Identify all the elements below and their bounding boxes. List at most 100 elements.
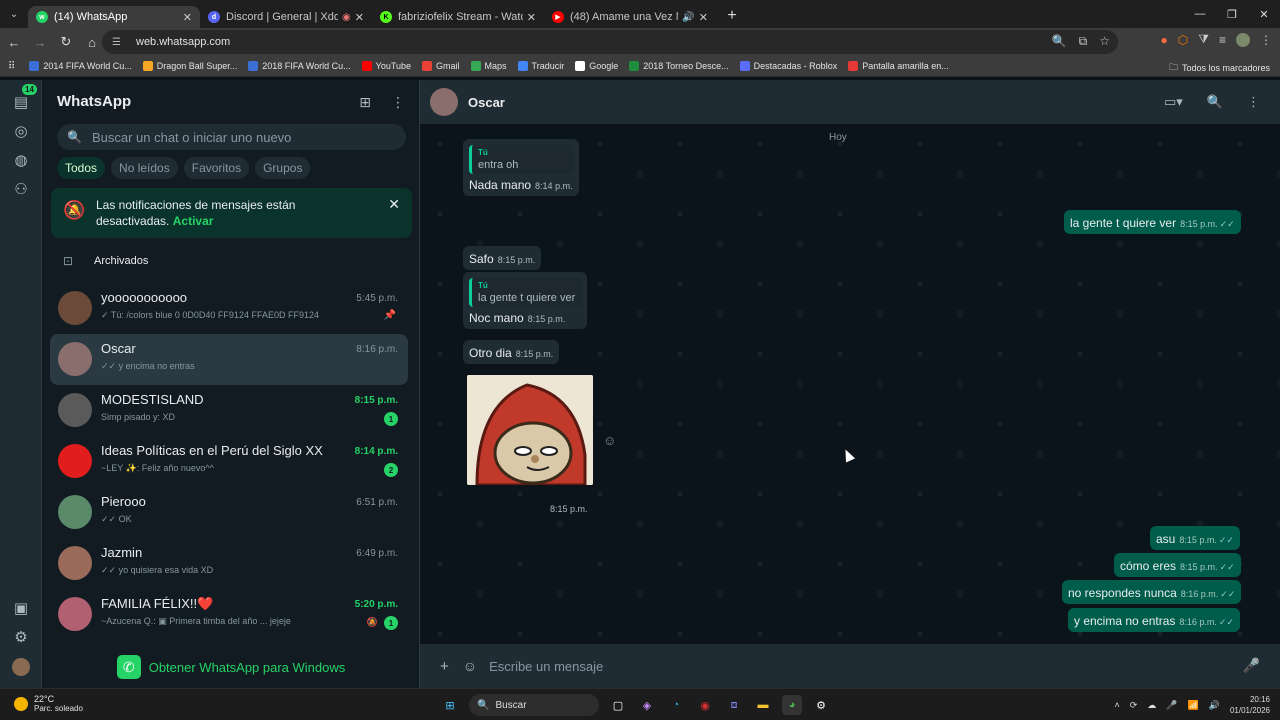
wifi-icon[interactable]: 📶 <box>1188 700 1199 711</box>
close-tab-icon[interactable]: ✕ <box>355 11 364 24</box>
message-area[interactable]: Hoy Tú entra oh Nada mano 8:14 p.m. la gen… <box>420 124 1280 644</box>
install-icon[interactable]: ⧉ <box>1079 34 1088 49</box>
bookmark-item[interactable]: 2018 Torneo Desce... <box>629 61 729 71</box>
extension-shield-icon[interactable]: ⬡ <box>1178 33 1188 47</box>
chat-avatar[interactable] <box>58 342 92 376</box>
clock[interactable]: 20:16 01/01/2026 <box>1230 694 1270 716</box>
close-tab-icon[interactable]: ✕ <box>699 11 708 24</box>
extensions-icon[interactable]: ⧩ <box>1198 32 1209 47</box>
app-red-icon[interactable]: ◉ <box>695 695 715 715</box>
zoom-icon[interactable]: 🔍 <box>1052 34 1067 49</box>
bookmark-item[interactable]: 2018 FIFA World Cu... <box>248 61 351 71</box>
extension-fire-icon[interactable]: ● <box>1161 33 1168 47</box>
bookmark-item[interactable]: 2014 FIFA World Cu... <box>29 61 132 71</box>
tab-search-icon[interactable]: ⌄ <box>0 0 28 28</box>
bookmark-item[interactable]: Google <box>575 61 618 71</box>
task-view-icon[interactable]: ▢ <box>608 695 628 715</box>
archived-row[interactable]: ⊡ Archivados <box>42 250 412 272</box>
message-bubble[interactable]: cómo eres 8:15 p.m. ✓✓ <box>1114 553 1241 577</box>
restore-icon[interactable]: ❐ <box>1216 0 1248 28</box>
media-control-icon[interactable]: ≡ <box>1219 33 1226 47</box>
new-tab-button[interactable]: + <box>722 6 742 26</box>
react-emoji-icon[interactable]: ☺ <box>603 433 616 448</box>
filter-favoritos[interactable]: Favoritos <box>183 157 250 179</box>
profile-avatar[interactable] <box>11 657 31 677</box>
menu-kebab-icon[interactable]: ⋮ <box>391 94 405 111</box>
chat-row[interactable]: MODESTISLAND 8:15 p.m. Simp pisado y: XD 1 <box>50 385 408 436</box>
chat-row[interactable]: Oscar 8:16 p.m. ✓✓ y encima no entras <box>50 334 408 385</box>
close-tab-icon[interactable]: ✕ <box>183 11 192 24</box>
message-bubble[interactable]: Otro dia 8:15 p.m. <box>463 340 560 364</box>
status-icon[interactable]: ◎ <box>11 121 31 141</box>
bookmark-item[interactable]: Traducir <box>517 61 564 71</box>
profile-avatar-icon[interactable] <box>1236 32 1250 47</box>
search-icon[interactable]: 🔍 <box>1207 94 1223 110</box>
close-icon[interactable]: ✕ <box>388 196 400 213</box>
emoji-icon[interactable]: ☺ <box>463 658 477 674</box>
microphone-icon[interactable]: 🎤 <box>1243 657 1260 674</box>
all-bookmarks-button[interactable]: 🗀 Todos los marcadores <box>1169 60 1270 76</box>
chat-row[interactable]: Jazmin 6:49 p.m. ✓✓ yo quisiera esa vida X… <box>50 538 408 589</box>
tab-kick[interactable]: K fabriziofelix Stream - Watch Liv ✕ <box>372 6 544 28</box>
bookmark-star-icon[interactable]: ☆ <box>1099 34 1110 49</box>
chat-avatar[interactable] <box>58 393 92 427</box>
bookmark-item[interactable]: Dragon Ball Super... <box>142 61 237 71</box>
chat-avatar[interactable] <box>58 444 92 478</box>
back-icon[interactable]: ← <box>2 30 26 54</box>
message-input[interactable]: Escribe un mensaje <box>489 659 603 674</box>
video-call-icon[interactable]: ▭▾ <box>1164 94 1183 110</box>
chats-icon[interactable]: ▤ <box>11 92 31 112</box>
communities-icon[interactable]: ⚇ <box>11 179 31 199</box>
audio-playing-icon[interactable]: 🔊 <box>682 12 694 23</box>
tray-sync-icon[interactable]: ⟳ <box>1130 700 1138 711</box>
tray-mic-icon[interactable]: 🎤 <box>1166 700 1177 711</box>
quoted-message[interactable]: Tú entra oh <box>469 145 573 174</box>
get-windows-app-banner[interactable]: ✆ Obtener WhatsApp para Windows <box>42 646 419 688</box>
chat-row[interactable]: yooooooooooo 5:45 p.m. ✓ Tú: /colors blue … <box>50 283 408 334</box>
search-input[interactable]: 🔍 Buscar un chat o iniciar uno nuevo <box>57 124 406 150</box>
chat-row[interactable]: Pierooo 6:51 p.m. ✓✓ OK <box>50 487 408 538</box>
chat-avatar[interactable] <box>58 495 92 529</box>
chat-avatar[interactable] <box>58 546 92 580</box>
bookmark-item[interactable]: Gmail <box>422 61 460 71</box>
message-bubble[interactable]: la gente t quiere ver 8:15 p.m. ✓✓ <box>1064 210 1241 234</box>
copilot-icon[interactable]: ◈ <box>637 695 657 715</box>
bookmark-item[interactable]: Pantalla amarilla en... <box>848 61 949 71</box>
chrome-icon[interactable]: ◕ <box>782 695 802 715</box>
edge-icon[interactable]: ◔ <box>666 695 686 715</box>
chat-row[interactable]: Ideas Políticas en el Perú del Siglo XX 8… <box>50 436 408 487</box>
message-bubble[interactable]: no respondes nunca 8:16 p.m. ✓✓ <box>1062 580 1242 604</box>
filter-no-leidos[interactable]: No leídos <box>111 157 178 179</box>
chat-avatar[interactable] <box>58 597 92 631</box>
conversation-header[interactable]: Oscar ▭▾ 🔍 ⋮ <box>420 80 1280 124</box>
settings-gear-icon[interactable]: ⚙ <box>11 627 31 647</box>
site-info-icon[interactable]: ☰ <box>112 37 126 48</box>
file-explorer-icon[interactable]: ▬ <box>753 695 773 715</box>
media-icon[interactable]: ▣ <box>11 598 31 618</box>
bookmark-item[interactable]: Maps <box>470 61 507 71</box>
menu-kebab-icon[interactable]: ⋮ <box>1247 94 1260 110</box>
taskbar-search[interactable]: 🔍 Buscar <box>469 694 599 716</box>
reload-icon[interactable]: ↻ <box>54 30 78 54</box>
close-window-icon[interactable]: ✕ <box>1248 0 1280 28</box>
message-bubble[interactable]: Tú entra oh Nada mano 8:14 p.m. <box>463 139 579 196</box>
forward-icon[interactable]: → <box>28 30 52 54</box>
message-bubble[interactable]: asu 8:15 p.m. ✓✓ <box>1150 526 1240 550</box>
start-icon[interactable]: ⊞ <box>440 695 460 715</box>
message-bubble[interactable]: y encima no entras 8:16 p.m. ✓✓ <box>1068 608 1241 632</box>
contact-name[interactable]: Oscar <box>468 95 505 110</box>
channels-icon[interactable]: ◍ <box>11 150 31 170</box>
url-input[interactable]: ☰ web.whatsapp.com 🔍 ⧉ ☆ <box>102 30 1118 54</box>
filter-grupos[interactable]: Grupos <box>255 157 311 179</box>
teams-icon[interactable]: ⧈ <box>724 695 744 715</box>
activate-notifications-link[interactable]: Activar <box>173 214 214 228</box>
attach-plus-icon[interactable]: + <box>440 658 449 675</box>
bookmark-item[interactable]: YouTube <box>361 61 411 71</box>
chat-avatar[interactable] <box>58 291 92 325</box>
quoted-message[interactable]: Tú la gente t quiere ver <box>469 278 582 307</box>
bookmark-item[interactable]: Destacadas - Roblox <box>739 61 837 71</box>
close-tab-icon[interactable]: ✕ <box>527 11 536 24</box>
message-bubble[interactable]: Safo 8:15 p.m. <box>463 246 542 270</box>
contact-avatar[interactable] <box>430 88 458 116</box>
menu-kebab-icon[interactable]: ⋮ <box>1260 33 1272 47</box>
